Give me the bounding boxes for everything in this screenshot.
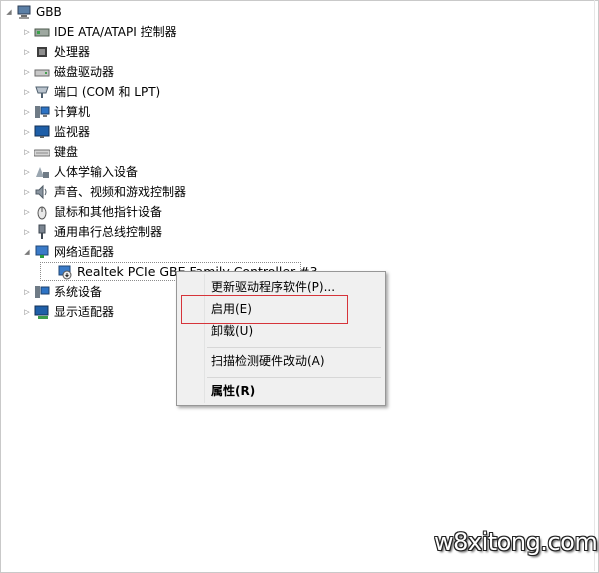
tree-item-ide[interactable]: ▷ IDE ATA/ATAPI 控制器 [22, 22, 177, 42]
tree-item-computer[interactable]: ▷ 计算机 [22, 102, 90, 122]
expand-arrow-icon[interactable]: ▷ [22, 87, 32, 97]
tree-item-hid[interactable]: ▷ 人体学输入设备 [22, 162, 138, 182]
menu-item-update-driver[interactable]: 更新驱动程序软件(P)... [211, 277, 335, 297]
expand-arrow-icon[interactable]: ▷ [22, 287, 32, 297]
processor-icon [34, 44, 50, 60]
highlight-box [181, 295, 348, 324]
collapse-arrow-icon[interactable]: ◢ [4, 7, 14, 17]
disabled-network-device-icon [57, 264, 73, 280]
display-adapter-icon [34, 304, 50, 320]
tree-item-usb[interactable]: ▷ 通用串行总线控制器 [22, 222, 162, 242]
tree-item-label: 声音、视频和游戏控制器 [54, 185, 187, 199]
tree-item-label: 磁盘驱动器 [54, 65, 115, 79]
tree-item-processor[interactable]: ▷ 处理器 [22, 42, 90, 62]
tree-item-label: 人体学输入设备 [54, 165, 139, 179]
tree-item-network[interactable]: ◢ 网络适配器 [22, 242, 114, 262]
menu-item-properties[interactable]: 属性(R) [211, 381, 255, 401]
tree-item-sound[interactable]: ▷ 声音、视频和游戏控制器 [22, 182, 186, 202]
monitor-icon [34, 124, 50, 140]
disk-drive-icon [34, 64, 50, 80]
system-device-icon [34, 284, 50, 300]
context-menu: 更新驱动程序软件(P)... 启用(E) 卸载(U) 扫描检测硬件改动(A) 属… [176, 271, 386, 406]
tree-item-label: 键盘 [54, 145, 79, 159]
expand-arrow-icon[interactable]: ▷ [22, 47, 32, 57]
hid-icon [34, 164, 50, 180]
expand-arrow-icon[interactable]: ▷ [22, 27, 32, 37]
tree-item-label: IDE ATA/ATAPI 控制器 [54, 25, 177, 39]
menu-item-uninstall[interactable]: 卸载(U) [211, 321, 253, 341]
tree-item-label: 监视器 [54, 125, 91, 139]
menu-gutter [204, 274, 205, 403]
tree-item-display[interactable]: ▷ 显示适配器 [22, 302, 114, 322]
expand-arrow-icon[interactable]: ▷ [22, 207, 32, 217]
expand-arrow-icon[interactable]: ▷ [22, 227, 32, 237]
tree-root[interactable]: ◢ GBB [4, 2, 62, 22]
tree-item-disk[interactable]: ▷ 磁盘驱动器 [22, 62, 114, 82]
tree-item-label: 计算机 [54, 105, 91, 119]
menu-separator [207, 377, 381, 378]
port-icon [34, 84, 50, 100]
tree-item-label: 显示适配器 [54, 305, 115, 319]
expand-arrow-icon[interactable]: ▷ [22, 167, 32, 177]
keyboard-icon [33, 144, 51, 160]
computer-icon [34, 104, 50, 120]
tree-item-label: 鼠标和其他指针设备 [54, 205, 163, 219]
tree-item-label: 系统设备 [54, 285, 103, 299]
expand-arrow-icon[interactable]: ▷ [22, 107, 32, 117]
watermark-text: w8xitong.com [434, 528, 598, 556]
network-adapter-icon [34, 244, 50, 260]
tree-item-label: 处理器 [54, 45, 91, 59]
usb-icon [34, 224, 50, 240]
ide-controller-icon [34, 24, 50, 40]
sound-icon [34, 184, 50, 200]
expand-arrow-icon[interactable]: ▷ [22, 147, 32, 157]
tree-item-mouse[interactable]: ▷ 鼠标和其他指针设备 [22, 202, 162, 222]
tree-item-label: 网络适配器 [54, 245, 115, 259]
computer-icon [16, 4, 32, 20]
tree-item-label: 通用串行总线控制器 [54, 225, 163, 239]
tree-item-monitor[interactable]: ▷ 监视器 [22, 122, 90, 142]
tree-item-keyboard[interactable]: ▷ 键盘 [22, 142, 78, 162]
tree-item-system[interactable]: ▷ 系统设备 [22, 282, 102, 302]
collapse-arrow-icon[interactable]: ◢ [22, 247, 32, 257]
expand-arrow-icon[interactable]: ▷ [22, 187, 32, 197]
expand-arrow-icon[interactable]: ▷ [22, 127, 32, 137]
expand-arrow-icon[interactable]: ▷ [22, 307, 32, 317]
tree-item-label: 端口 (COM 和 LPT) [54, 85, 161, 99]
menu-separator [207, 347, 381, 348]
mouse-icon [34, 204, 50, 220]
tree-item-port[interactable]: ▷ 端口 (COM 和 LPT) [22, 82, 160, 102]
menu-item-scan-hardware[interactable]: 扫描检测硬件改动(A) [211, 351, 325, 371]
tree-root-label: GBB [36, 5, 62, 19]
scrollbar-edge [594, 0, 595, 571]
expand-arrow-icon[interactable]: ▷ [22, 67, 32, 77]
